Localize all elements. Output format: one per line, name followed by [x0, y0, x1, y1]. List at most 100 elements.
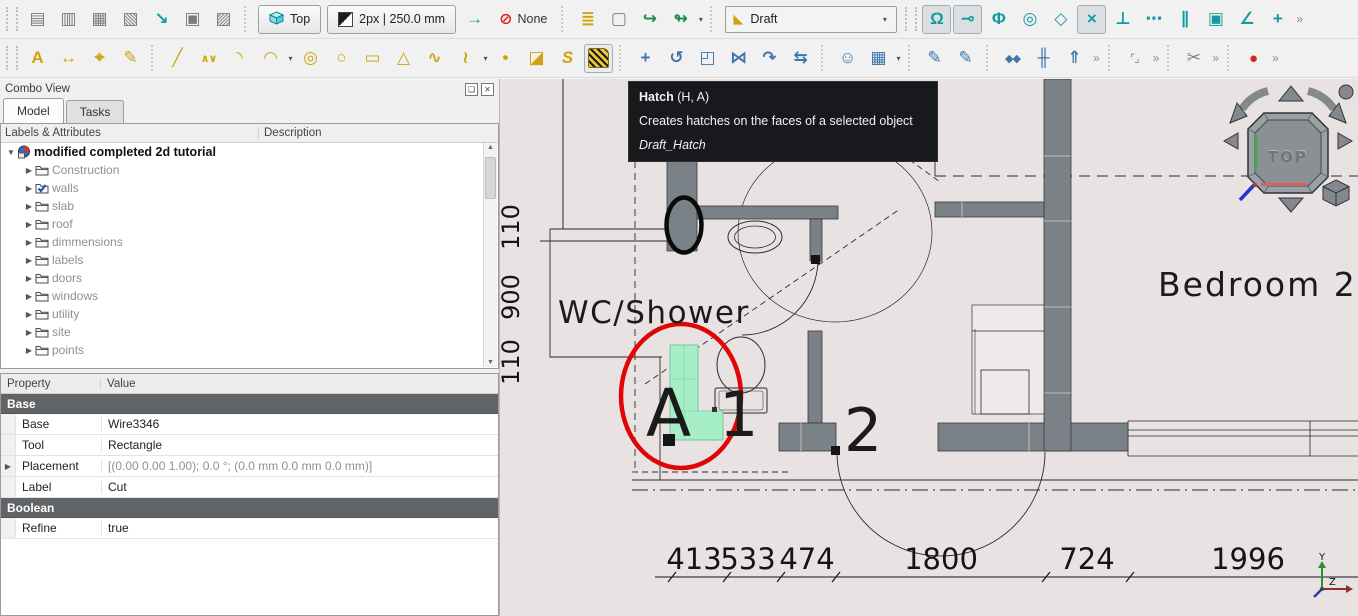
- workbench-selector[interactable]: ◣ Draft ▾: [725, 5, 898, 33]
- cut-scissors-icon[interactable]: ✂: [1179, 44, 1208, 73]
- navcube-top-face[interactable]: TOP TOP: [1247, 112, 1329, 194]
- draft-facebinder-icon[interactable]: ◪: [522, 44, 551, 73]
- toolbar-overflow-icon[interactable]: »: [1093, 51, 1100, 65]
- expand-arrow-icon[interactable]: ▶: [1, 456, 16, 476]
- snap-extension-icon[interactable]: ⋯: [1139, 5, 1168, 34]
- view-top-button[interactable]: Top: [258, 4, 322, 34]
- toolbar-overflow-icon[interactable]: »: [1212, 51, 1219, 65]
- expand-arrow-icon[interactable]: ▶: [23, 184, 35, 193]
- snap-intersection-icon[interactable]: ×: [1077, 4, 1107, 34]
- scroll-down-icon[interactable]: ▼: [484, 359, 497, 366]
- tree-item-roof[interactable]: ▶ roof: [1, 215, 498, 233]
- expand-arrow-icon[interactable]: ▶: [23, 292, 35, 301]
- 3d-viewport[interactable]: WC/Shower Bedroom 2 A 1 2 413 533 474 18…: [500, 79, 1358, 616]
- expand-arrow-icon[interactable]: ▶: [23, 328, 35, 337]
- add-to-group-icon[interactable]: ▣: [178, 5, 207, 34]
- tree-item-windows[interactable]: ▶ windows: [1, 287, 498, 305]
- snap-perpendicular-icon[interactable]: ⊥: [1108, 5, 1137, 34]
- snap-endpoint-icon[interactable]: ⊸: [953, 4, 983, 34]
- property-row-placement[interactable]: ▶ Placement [(0.00 0.00 1.00); 0.0 °; (0.0…: [1, 456, 498, 477]
- draft-text-icon[interactable]: A: [23, 44, 52, 73]
- snap-parallel-icon[interactable]: ∥: [1170, 5, 1199, 34]
- property-group-boolean[interactable]: Boolean: [1, 498, 498, 518]
- tree-item-site[interactable]: ▶ site: [1, 323, 498, 341]
- draft-clone-icon[interactable]: ☺: [833, 44, 862, 73]
- draft-label-icon[interactable]: ⌖: [85, 44, 114, 73]
- toolbar-overflow-icon[interactable]: »: [1153, 51, 1160, 65]
- scrollbar-thumb[interactable]: [485, 157, 496, 199]
- draft-split-icon[interactable]: ╫: [1029, 44, 1058, 73]
- draft-scale-icon[interactable]: ◰: [693, 44, 722, 73]
- snap-lock-icon[interactable]: Ω: [922, 4, 952, 34]
- snap-midpoint-icon[interactable]: Φ: [984, 5, 1013, 34]
- expand-arrow-icon[interactable]: ▶: [23, 310, 35, 319]
- draft-move-icon[interactable]: +: [631, 44, 660, 73]
- annotation-style-editor-icon[interactable]: ✎: [116, 44, 145, 73]
- export-link-dropdown-icon[interactable]: ▾: [696, 15, 705, 24]
- property-row-label[interactable]: Label Cut: [1, 477, 498, 498]
- snap-angle-icon[interactable]: ∠: [1232, 5, 1261, 34]
- property-value[interactable]: Rectangle: [102, 438, 498, 452]
- toolbar-overflow-icon[interactable]: »: [1272, 51, 1279, 65]
- navcube-sphere-icon[interactable]: [1338, 84, 1354, 100]
- macro-record-icon[interactable]: ●: [1239, 44, 1268, 73]
- tab-tasks[interactable]: Tasks: [65, 100, 125, 123]
- draft-array-icon[interactable]: ▦: [864, 44, 893, 73]
- add-to-layer-icon[interactable]: ▦: [85, 5, 114, 34]
- box-element-selection-icon[interactable]: ⌜⌟: [1120, 44, 1149, 73]
- draft-bezier-dropdown-icon[interactable]: ▾: [481, 54, 490, 63]
- property-group-base[interactable]: Base: [1, 394, 498, 414]
- navcube-rotate-right-icon[interactable]: [1306, 87, 1338, 112]
- draft-array-dropdown-icon[interactable]: ▾: [894, 54, 903, 63]
- collapse-arrow-icon[interactable]: ▼: [5, 148, 17, 157]
- draft-arc-dropdown-icon[interactable]: ▾: [286, 54, 295, 63]
- tree-item-slab[interactable]: ▶ slab: [1, 197, 498, 215]
- select-layer-contents-icon[interactable]: ▧: [116, 5, 145, 34]
- draft-bspline-icon[interactable]: ∿: [420, 44, 449, 73]
- draft-circle-icon[interactable]: ◎: [296, 44, 325, 73]
- snap-center-icon[interactable]: ◎: [1015, 5, 1044, 34]
- property-row-base[interactable]: Base Wire3346: [1, 414, 498, 435]
- layer-manager-icon[interactable]: ▥: [54, 5, 83, 34]
- expand-arrow-icon[interactable]: ▶: [23, 346, 35, 355]
- tree-header-labels[interactable]: Labels & Attributes: [1, 127, 259, 139]
- property-row-refine[interactable]: Refine true: [1, 518, 498, 539]
- expand-arrow-icon[interactable]: ▶: [23, 274, 35, 283]
- scroll-up-icon[interactable]: ▲: [484, 144, 497, 151]
- autogroup-button[interactable]: ⊘ None: [492, 6, 554, 33]
- property-value[interactable]: [(0.00 0.00 1.00); 0.0 °; (0.0 mm 0.0 mm…: [102, 459, 498, 473]
- tree-item-dimmensions[interactable]: ▶ dimmensions: [1, 233, 498, 251]
- tree-root-document[interactable]: ▼ modified completed 2d tutorial: [1, 143, 498, 161]
- draft-bezier-icon[interactable]: ≀: [451, 44, 480, 73]
- property-value[interactable]: Cut: [102, 480, 498, 494]
- draft-shapestring-icon[interactable]: S: [553, 44, 582, 73]
- tree-scrollbar[interactable]: ▲ ▼: [483, 143, 497, 367]
- add-to-construction-group-icon[interactable]: ↘: [147, 5, 176, 34]
- navcube-rotate-left-icon[interactable]: [1238, 87, 1270, 112]
- expand-arrow-icon[interactable]: ▶: [23, 238, 35, 247]
- navigation-cube[interactable]: TOP TOP: [1218, 81, 1358, 217]
- export-link-icon[interactable]: ↬: [666, 5, 695, 34]
- draft-join-icon[interactable]: ◆◆: [998, 44, 1027, 73]
- property-value[interactable]: Wire3346: [102, 417, 498, 431]
- navcube-mini-cube-icon[interactable]: [1322, 179, 1350, 207]
- draft-to-sketch-icon[interactable]: ✎: [920, 44, 949, 73]
- draft-offset-icon[interactable]: ↷: [755, 44, 784, 73]
- draft-mirror-icon[interactable]: ⋈: [724, 44, 753, 73]
- draft-subelement-edit-icon[interactable]: ✎: [951, 44, 980, 73]
- expand-arrow-icon[interactable]: ▶: [23, 202, 35, 211]
- navcube-up-arrow[interactable]: [1277, 85, 1305, 102]
- value-column-header[interactable]: Value: [101, 378, 498, 390]
- navcube-right-arrow[interactable]: [1337, 132, 1354, 150]
- navcube-left-arrow[interactable]: [1222, 132, 1239, 150]
- apply-current-style-icon[interactable]: →: [460, 5, 489, 34]
- tree-item-doors[interactable]: ▶ doors: [1, 269, 498, 287]
- draft-upgrade-icon[interactable]: ⇑: [1060, 44, 1089, 73]
- layers-icon[interactable]: ▤: [23, 5, 52, 34]
- panel-float-icon[interactable]: ❏: [465, 82, 478, 96]
- draft-dimension-icon[interactable]: ↔: [54, 44, 83, 73]
- tree-item-labels[interactable]: ▶ labels: [1, 251, 498, 269]
- tree-item-walls[interactable]: ▶ walls: [1, 179, 498, 197]
- draft-rectangle-icon[interactable]: ▭: [358, 44, 387, 73]
- tree-item-utility[interactable]: ▶ utility: [1, 305, 498, 323]
